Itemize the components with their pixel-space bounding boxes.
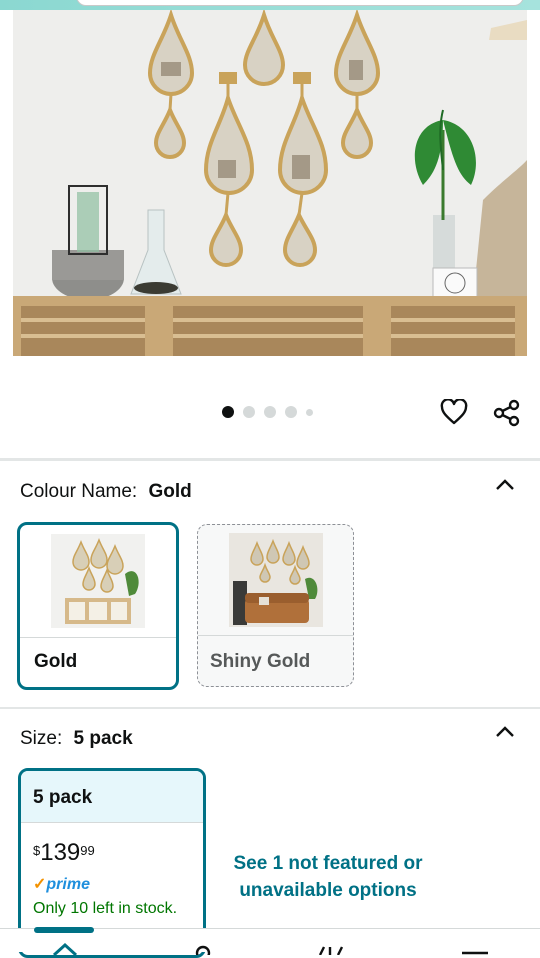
- swatch-thumbnail: [20, 525, 176, 637]
- price-fraction: 99: [80, 843, 95, 858]
- section-divider: [0, 458, 540, 461]
- chevron-up-icon: [496, 479, 514, 490]
- colour-selected-value: Gold: [148, 481, 192, 502]
- colour-option-name: Gold: [34, 651, 78, 672]
- search-field-edge[interactable]: [76, 0, 524, 6]
- cart-icon[interactable]: [316, 941, 346, 955]
- colour-section-label: Colour Name: Gold: [20, 481, 192, 503]
- share-button[interactable]: [491, 397, 523, 429]
- colour-option-name: Shiny Gold: [210, 651, 311, 672]
- colour-collapse-button[interactable]: [491, 471, 519, 499]
- active-tab-indicator: [34, 927, 94, 933]
- size-section-label: Size: 5 pack: [20, 728, 133, 750]
- account-icon[interactable]: [188, 941, 218, 955]
- carousel-dot[interactable]: [222, 406, 234, 418]
- carousel-dot[interactable]: [243, 406, 255, 418]
- swatch-thumbnail: [198, 525, 353, 635]
- image-carousel-dots[interactable]: [222, 406, 313, 418]
- colour-option-shiny-gold[interactable]: Shiny Gold: [197, 524, 354, 687]
- prime-badge: ✓prime: [33, 874, 90, 894]
- price-whole: 139: [40, 839, 81, 866]
- carousel-dot[interactable]: [306, 408, 313, 416]
- colour-label: Colour Name:: [20, 481, 138, 502]
- heart-icon: [440, 399, 468, 425]
- stock-status: Only 10 left in stock.: [33, 900, 178, 917]
- chevron-up-icon: [496, 726, 514, 737]
- size-label: Size:: [20, 728, 63, 749]
- swatch-separator: [20, 637, 176, 638]
- wishlist-button[interactable]: [438, 396, 470, 428]
- carousel-dot[interactable]: [264, 406, 276, 418]
- size-selected-value: 5 pack: [73, 728, 133, 749]
- price: $13999: [33, 839, 95, 867]
- see-unavailable-options-link[interactable]: See 1 not featured or unavailable option…: [224, 850, 432, 904]
- size-option-name: 5 pack: [21, 771, 203, 823]
- carousel-dot[interactable]: [285, 406, 297, 418]
- bottom-navigation: [0, 927, 540, 955]
- menu-icon[interactable]: [460, 941, 490, 955]
- size-collapse-button[interactable]: [491, 718, 519, 746]
- search-bar-edge: [0, 0, 540, 10]
- prime-label: prime: [46, 876, 90, 893]
- home-icon[interactable]: [50, 941, 80, 955]
- prime-check-icon: ✓: [33, 876, 47, 893]
- share-icon: [493, 399, 520, 427]
- price-currency: $: [33, 843, 41, 858]
- product-image[interactable]: [13, 10, 527, 356]
- swatch-separator: [198, 635, 353, 636]
- colour-option-gold[interactable]: Gold: [17, 522, 179, 690]
- section-divider: [0, 707, 540, 709]
